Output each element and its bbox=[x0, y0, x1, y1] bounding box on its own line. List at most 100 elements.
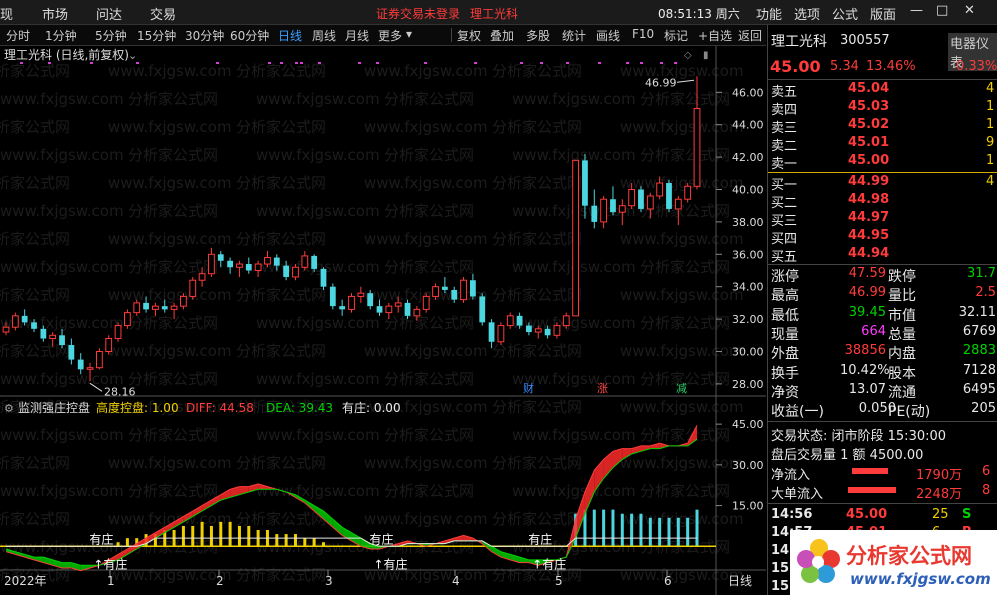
watermark-text: www.fxjgsw.com bbox=[256, 314, 380, 332]
menu-item-wenda[interactable]: 问达 bbox=[96, 4, 122, 23]
signal-label: 有庄 bbox=[89, 531, 113, 546]
period-tab-more[interactable]: 更多 bbox=[378, 27, 402, 44]
menu-item-market[interactable]: 市场 bbox=[42, 4, 68, 23]
candle-body bbox=[208, 253, 215, 275]
candle-body bbox=[479, 296, 486, 323]
menu-item-formula[interactable]: 公式 bbox=[832, 4, 858, 23]
menu-item-layout[interactable]: 版面 bbox=[870, 4, 896, 23]
candle-body bbox=[105, 338, 113, 353]
bid-price: 44.97 bbox=[848, 210, 890, 225]
login-warning[interactable]: 证券交易未登录 bbox=[376, 5, 460, 22]
watermark-text: 分析家公式网 bbox=[492, 62, 582, 80]
period-tab-month[interactable]: 月线 bbox=[345, 27, 369, 44]
watermark-text: 分析家公式网 bbox=[492, 118, 582, 136]
bid-label: 买四 bbox=[771, 232, 798, 247]
diamond-icon[interactable]: ◇ bbox=[684, 50, 692, 61]
fuquan-button[interactable]: 复权 bbox=[457, 27, 481, 44]
watermark-text: www.fxjgsw.com bbox=[0, 482, 124, 500]
candle-body bbox=[526, 325, 532, 333]
indicator-y-label: 30.00 bbox=[732, 459, 764, 472]
stat-label: 跌停 bbox=[888, 269, 916, 285]
panel-toggle-icon[interactable]: ▮ bbox=[703, 50, 709, 61]
menu-item-function[interactable]: 功能 bbox=[756, 4, 782, 23]
watermark-text: 分析家公式网 bbox=[236, 62, 326, 80]
ask-label: 卖二 bbox=[771, 139, 798, 154]
x-tick-label: 4 bbox=[452, 574, 460, 588]
big-inflow-value: 2248万 bbox=[916, 487, 963, 502]
back-button[interactable]: 返回 bbox=[738, 27, 762, 44]
candle-body bbox=[628, 189, 636, 207]
stat-label: 最低 bbox=[771, 307, 799, 324]
period-tab-30min[interactable]: 30分钟 bbox=[185, 27, 224, 44]
indicator-name[interactable]: 监测强庄控盘 bbox=[18, 400, 90, 415]
close-icon[interactable]: ✕ bbox=[964, 3, 975, 18]
overlay-button[interactable]: 叠加 bbox=[490, 27, 514, 44]
period-tab-fenshi[interactable]: 分时 bbox=[6, 27, 30, 44]
stat-label: 收益(一) bbox=[771, 404, 824, 421]
ask-price: 45.01 bbox=[848, 135, 890, 150]
net-inflow-extra: 6 bbox=[982, 464, 991, 479]
chevron-down-icon[interactable]: ⌄ bbox=[128, 49, 137, 62]
draw-line-button[interactable]: 画线 bbox=[596, 27, 620, 44]
candle-body bbox=[422, 295, 430, 310]
menu-item-trade[interactable]: 交易 bbox=[150, 4, 176, 23]
watermark-text: 分析家公式网 bbox=[640, 258, 730, 276]
candle-body bbox=[693, 108, 701, 187]
ask-volume: 1 bbox=[986, 117, 995, 132]
ask-label: 卖三 bbox=[771, 121, 798, 136]
statistics-button[interactable]: 统计 bbox=[562, 27, 586, 44]
period-tab-day[interactable]: 日线 bbox=[278, 27, 302, 44]
watermark-text: 分析家公式网 bbox=[0, 62, 70, 80]
add-watchlist-button[interactable]: +自选 bbox=[698, 27, 732, 44]
stat-value: 13.07 bbox=[848, 381, 886, 397]
event-tag[interactable]: 财 bbox=[523, 381, 534, 395]
y-tick-label: 30.00 bbox=[732, 346, 764, 359]
indicator-y-label: 45.00 bbox=[732, 418, 764, 431]
period-tab-15min[interactable]: 15分钟 bbox=[137, 27, 176, 44]
watermark-text: 分析家公式网 bbox=[640, 314, 730, 332]
flower-logo-icon bbox=[797, 539, 840, 583]
candle-body bbox=[86, 367, 94, 370]
top-marker bbox=[90, 62, 93, 64]
period-tab-60min[interactable]: 60分钟 bbox=[230, 27, 269, 44]
watermark-text: www.fxjgsw.com bbox=[0, 202, 124, 220]
x-tick-label: 5 bbox=[555, 574, 563, 588]
settings-icon[interactable]: ⚙ bbox=[4, 402, 14, 415]
y-tick-label: 42.00 bbox=[732, 151, 764, 164]
multi-stock-button[interactable]: 多股 bbox=[526, 27, 550, 44]
candle-body bbox=[320, 268, 327, 287]
menu-item-options[interactable]: 选项 bbox=[794, 4, 820, 23]
watermark-text: 分析家公式网 bbox=[236, 118, 326, 136]
candle-body bbox=[516, 315, 523, 326]
stat-value: 2.5 bbox=[975, 285, 996, 301]
chevron-down-icon[interactable]: ▾ bbox=[406, 27, 412, 41]
candle-body bbox=[674, 198, 682, 210]
bid-price: 44.94 bbox=[848, 246, 890, 261]
period-tab-1min[interactable]: 1分钟 bbox=[45, 27, 77, 44]
diff-dea-band bbox=[332, 519, 343, 536]
ask-price: 45.03 bbox=[848, 99, 890, 114]
watermark-text: www.fxjgsw.com bbox=[512, 482, 636, 500]
tick-time: 15 bbox=[771, 561, 790, 576]
watermark-text: 分析家公式网 bbox=[492, 510, 582, 528]
stat-value: 38856 bbox=[844, 343, 886, 359]
minimize-icon[interactable]: — bbox=[910, 3, 923, 18]
industry-change-pct: 0.33% bbox=[956, 59, 997, 74]
maximize-icon[interactable]: □ bbox=[936, 3, 948, 18]
top-marker bbox=[474, 62, 477, 64]
event-tag[interactable]: 涨 bbox=[597, 382, 608, 395]
marker-button[interactable]: 标记 bbox=[664, 27, 688, 44]
stat-value: 32.11 bbox=[958, 304, 996, 320]
f10-button[interactable]: F10 bbox=[632, 27, 654, 41]
kline-chart[interactable]: 分析家公式网 www.fxjgsw.com 分析家公式网 www.fxjgsw.com… bbox=[0, 46, 766, 595]
period-tab-5min[interactable]: 5分钟 bbox=[95, 27, 127, 44]
period-tab-week[interactable]: 周线 bbox=[312, 27, 336, 44]
net-inflow-bar bbox=[852, 468, 888, 474]
y-tick-label: 32.00 bbox=[732, 313, 764, 326]
candle-body bbox=[582, 160, 588, 206]
menu-item-0[interactable]: 现 bbox=[0, 4, 13, 23]
candle-body bbox=[254, 263, 262, 272]
watermark-text: www.fxjgsw.com bbox=[256, 370, 380, 388]
y-tick-label: 28.00 bbox=[732, 378, 764, 391]
event-tag[interactable]: 减 bbox=[676, 382, 687, 395]
